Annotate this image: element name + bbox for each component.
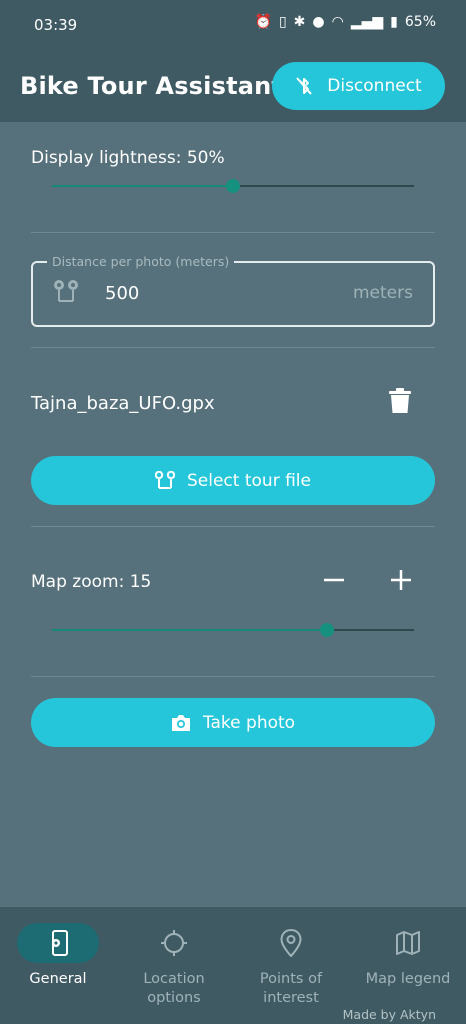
select-tour-file-button[interactable]: Select tour file: [31, 456, 435, 505]
map-pin-icon: [280, 929, 302, 957]
wifi-icon: ◠: [331, 14, 344, 30]
lightness-label: Display lightness: 50%: [31, 148, 225, 168]
divider: [31, 526, 435, 527]
nav-points-of-interest-icon-wrap: [250, 923, 332, 963]
distance-suffix: meters: [353, 283, 413, 303]
nav-general-indicator: [17, 923, 99, 963]
settings-content: Display lightness: 50% Distance per phot…: [0, 122, 466, 907]
distance-per-photo-field[interactable]: Distance per photo (meters) 500 meters: [31, 254, 435, 327]
signal-icon: ▂▄▆: [350, 14, 384, 30]
route-icon: [54, 280, 78, 302]
nav-map-legend-label: Map legend: [365, 971, 451, 987]
map-zoom-label: Map zoom: 15: [31, 572, 152, 592]
tour-file-name: Tajna_baza_UFO.gpx: [31, 393, 215, 414]
battery-icon: ▮: [390, 14, 398, 30]
take-photo-label: Take photo: [202, 712, 296, 733]
bluetooth-disabled-icon: [296, 77, 313, 95]
phone-settings-icon: [52, 930, 68, 956]
location-icon: ●: [312, 14, 325, 30]
lightness-slider[interactable]: [52, 176, 414, 196]
disconnect-button[interactable]: Disconnect: [272, 62, 445, 110]
take-photo-button[interactable]: Take photo: [31, 698, 435, 747]
nav-points-of-interest-label: Points of interest: [259, 971, 323, 1006]
vibrate-icon: ▯: [278, 14, 287, 30]
select-tour-file-label: Select tour file: [187, 470, 311, 491]
delete-icon[interactable]: [389, 388, 411, 414]
map-zoom-slider-thumb[interactable]: [320, 623, 335, 637]
nav-location-options-icon-wrap: [133, 923, 215, 963]
zoom-in-icon[interactable]: [387, 566, 415, 594]
map-zoom-slider[interactable]: [52, 620, 414, 640]
app-title: Bike Tour Assistant: [20, 72, 284, 100]
status-time: 03:39: [34, 16, 78, 34]
disconnect-label: Disconnect: [327, 76, 422, 96]
distance-field-legend: Distance per photo (meters): [47, 254, 235, 269]
distance-value: 500: [105, 283, 140, 304]
status-bar: 03:39 ⏰ ▯ ✱ ● ◠ ▂▄▆ ▮ 65%: [0, 0, 466, 50]
nav-general-label: General: [29, 971, 87, 987]
map-icon: [396, 931, 420, 955]
battery-percent: 65%: [404, 14, 436, 30]
map-zoom-slider-fill: [52, 629, 328, 631]
bluetooth-icon: ✱: [293, 14, 306, 30]
camera-icon: [171, 714, 190, 731]
lightness-slider-thumb[interactable]: [226, 179, 240, 193]
lightness-slider-fill: [52, 185, 233, 187]
made-by-credit: Made by Aktyn: [342, 1007, 436, 1022]
nav-map-legend-icon-wrap: [367, 923, 449, 963]
route-icon: [155, 470, 175, 489]
zoom-out-icon[interactable]: [320, 566, 348, 594]
divider: [31, 676, 435, 677]
divider: [31, 347, 435, 348]
alarm-icon: ⏰: [254, 14, 272, 30]
crosshair-icon: [161, 930, 187, 956]
app-bar: Bike Tour Assistant Disconnect: [0, 50, 466, 122]
nav-location-options-label: Location options: [143, 971, 205, 1006]
status-icons: ⏰ ▯ ✱ ● ◠ ▂▄▆ ▮ 65%: [255, 14, 436, 30]
divider: [31, 232, 435, 233]
